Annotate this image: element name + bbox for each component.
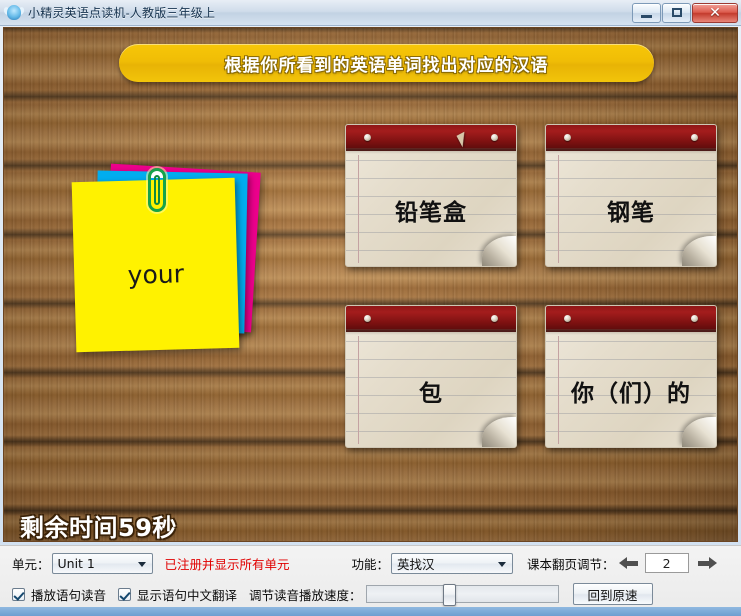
mouse-cursor-icon — [456, 131, 471, 148]
play-audio-checkbox[interactable] — [12, 587, 25, 601]
reset-speed-button[interactable]: 回到原速 — [572, 583, 653, 605]
control-panel: 单元： Unit 1 已注册并显示所有单元 功能： 英找汉 课本翻页调节： 2 … — [0, 545, 741, 611]
close-button[interactable]: ✕ — [692, 2, 738, 23]
instruction-banner: 根据你所看到的英语单词找出对应的汉语 — [119, 44, 654, 82]
show-translation-label: 显示语句中文翻译 — [137, 587, 238, 603]
prompt-word: your — [127, 258, 185, 290]
arrow-right-icon[interactable] — [697, 554, 717, 572]
speed-label: 调节读音播放速度： — [249, 587, 362, 603]
application-window: 小精灵英语点读机-人教版三年级上 ✕ 根据你所看到的英语单词找出对应的汉语 yo… — [0, 0, 741, 616]
window-controls: ✕ — [631, 2, 738, 23]
screw-icon — [691, 315, 698, 322]
screw-icon — [491, 134, 498, 141]
arrow-left-icon[interactable] — [618, 554, 639, 572]
maximize-button[interactable] — [662, 2, 691, 23]
function-select[interactable]: 英找汉 — [391, 552, 514, 574]
speed-slider-handle[interactable] — [442, 584, 456, 606]
minimize-button[interactable] — [632, 2, 661, 23]
fairy-icon — [2, 4, 26, 22]
answer-card-3[interactable]: 包 — [345, 305, 517, 448]
instruction-text: 根据你所看到的英语单词找出对应的汉语 — [224, 55, 549, 76]
page-adjust-label: 课本翻页调节： — [527, 556, 615, 572]
function-label: 功能： — [351, 556, 390, 572]
chevron-down-icon — [498, 561, 507, 567]
screw-icon — [364, 315, 371, 322]
screw-icon — [691, 134, 698, 141]
unit-select-value: Unit 1 — [57, 555, 95, 571]
title-bar: 小精灵英语点读机-人教版三年级上 ✕ — [0, 0, 741, 26]
status-bar — [0, 607, 741, 616]
remaining-time-label: 剩余时间59秒 — [20, 514, 177, 542]
speed-slider[interactable] — [365, 584, 559, 606]
chevron-down-icon — [137, 561, 146, 567]
game-stage: 根据你所看到的英语单词找出对应的汉语 your 铅笔盒 钢笔 包 你（们）的 剩… — [3, 27, 738, 542]
answer-card-2[interactable]: 钢笔 — [545, 124, 717, 267]
unit-label: 单元： — [12, 556, 50, 572]
paperclip-icon — [148, 168, 166, 212]
screw-icon — [364, 134, 371, 141]
show-translation-checkbox[interactable] — [118, 587, 132, 601]
control-panel-row-bottom: 播放语句读音 显示语句中文翻译 调节读音播放速度： 回到原速 — [0, 580, 741, 608]
answer-card-4[interactable]: 你（们）的 — [545, 305, 717, 448]
function-select-value: 英找汉 — [397, 556, 435, 572]
page-number-input[interactable]: 2 — [644, 553, 689, 573]
screw-icon — [491, 315, 498, 322]
control-panel-row-top: 单元： Unit 1 已注册并显示所有单元 功能： 英找汉 课本翻页调节： 2 — [0, 549, 741, 577]
screw-icon — [564, 315, 571, 322]
card-header — [346, 306, 516, 335]
play-audio-label: 播放语句读音 — [31, 587, 107, 603]
word-prompt-notes: your — [66, 150, 281, 365]
window-title: 小精灵英语点读机-人教版三年级上 — [28, 6, 216, 20]
close-icon: ✕ — [709, 4, 721, 21]
unit-select[interactable]: Unit 1 — [51, 552, 153, 574]
card-header — [346, 125, 516, 154]
maximize-icon — [671, 8, 682, 17]
answer-card-1[interactable]: 铅笔盒 — [345, 124, 517, 267]
minimize-icon — [641, 14, 652, 18]
card-header — [546, 125, 716, 154]
card-header — [546, 306, 716, 335]
screw-icon — [564, 134, 571, 141]
registration-note: 已注册并显示所有单元 — [164, 556, 290, 572]
